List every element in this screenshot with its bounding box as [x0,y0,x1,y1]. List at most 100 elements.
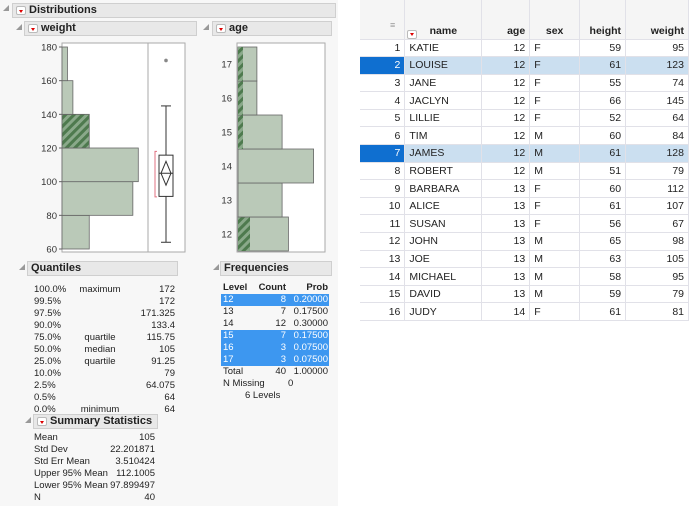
cell-height[interactable]: 51 [579,162,627,181]
cell-sex[interactable]: M [529,250,581,269]
cell-height[interactable]: 61 [579,56,627,75]
cell-height[interactable]: 58 [579,267,627,286]
row-number[interactable]: 7 [360,144,406,163]
cell-sex[interactable]: M [529,162,581,181]
weight-histogram-bar[interactable] [61,181,134,216]
cell-age[interactable]: 12 [481,74,531,93]
freq-row[interactable]: 12 8 0.20000 [221,294,329,306]
cell-weight[interactable]: 95 [625,39,689,58]
cell-age[interactable]: 13 [481,267,531,286]
table-row[interactable]: 4 JACLYN 12 F 66 145 [360,91,689,110]
table-row[interactable]: 16 JUDY 14 F 61 81 [360,302,689,321]
weight-histogram-bar[interactable] [61,147,139,183]
cell-age[interactable]: 12 [481,56,531,75]
cell-age[interactable]: 12 [481,109,531,128]
cell-sex[interactable]: F [529,39,581,58]
filter-icon[interactable]: ≡ [390,20,395,30]
cell-name[interactable]: DAVID [404,285,483,304]
weight-histogram-bar[interactable] [61,46,68,82]
cell-weight[interactable]: 79 [625,285,689,304]
quantiles-header[interactable]: Quantiles [27,261,178,276]
row-number[interactable]: 10 [360,197,406,216]
row-number[interactable]: 11 [360,214,406,234]
cell-name[interactable]: JANE [404,74,483,93]
cell-height[interactable]: 59 [579,285,627,304]
cell-name[interactable]: MICHAEL [404,267,483,286]
row-number[interactable]: 5 [360,109,406,128]
cell-height[interactable]: 59 [579,39,627,58]
row-number[interactable]: 3 [360,74,406,93]
cell-height[interactable]: 66 [579,91,627,110]
weight-histogram-bar[interactable] [61,80,74,115]
cell-height[interactable]: 56 [579,214,627,234]
cell-weight[interactable]: 98 [625,232,689,251]
cell-age[interactable]: 13 [481,232,531,251]
cell-name[interactable]: JAMES [404,144,483,163]
row-number[interactable]: 13 [360,250,406,269]
cell-name[interactable]: TIM [404,126,483,146]
table-corner[interactable]: ≡ [360,0,418,40]
cell-height[interactable]: 60 [579,179,627,198]
table-row[interactable]: 15 DAVID 13 M 59 79 [360,285,689,304]
cell-sex[interactable]: F [529,91,581,110]
cell-sex[interactable]: M [529,285,581,304]
column-header-age[interactable]: age [481,0,531,40]
cell-height[interactable]: 65 [579,232,627,251]
table-row[interactable]: 12 JOHN 13 M 65 98 [360,232,689,251]
table-row[interactable]: 14 MICHAEL 13 M 58 95 [360,267,689,286]
cell-age[interactable]: 12 [481,144,531,163]
cell-weight[interactable]: 67 [625,214,689,234]
summary-statistics-header[interactable]: Summary Statistics [33,414,158,429]
cell-height[interactable]: 60 [579,126,627,146]
cell-name[interactable]: ALICE [404,197,483,216]
freq-row[interactable]: 13 7 0.17500 [221,306,329,318]
freq-row[interactable]: 14 12 0.30000 [221,318,329,330]
age-histogram-bar[interactable] [237,182,283,218]
cell-height[interactable]: 52 [579,109,627,128]
cell-age[interactable]: 13 [481,214,531,234]
cell-weight[interactable]: 79 [625,162,689,181]
row-number[interactable]: 8 [360,162,406,181]
cell-age[interactable]: 12 [481,126,531,146]
cell-weight[interactable]: 74 [625,74,689,93]
cell-sex[interactable]: F [529,197,581,216]
column-header-sex[interactable]: sex [529,0,581,40]
cell-weight[interactable]: 107 [625,197,689,216]
row-number[interactable]: 6 [360,126,406,146]
freq-row[interactable]: 15 7 0.17500 [221,330,329,342]
table-row[interactable]: 13 JOE 13 M 63 105 [360,250,689,269]
cell-age[interactable]: 13 [481,179,531,198]
cell-name[interactable]: JACLYN [404,91,483,110]
weight-histogram-bar[interactable] [61,113,90,149]
table-row[interactable]: 8 ROBERT 12 M 51 79 [360,162,689,181]
cell-weight[interactable]: 81 [625,302,689,321]
cell-height[interactable]: 55 [579,74,627,93]
row-number[interactable]: 15 [360,285,406,304]
freq-row[interactable]: 17 3 0.07500 [221,354,329,366]
cell-weight[interactable]: 145 [625,91,689,110]
disclosure-icon[interactable] [25,417,31,423]
cell-age[interactable]: 13 [481,250,531,269]
freq-row[interactable]: 16 3 0.07500 [221,342,329,354]
cell-name[interactable]: LOUISE [404,56,483,75]
cell-age[interactable]: 13 [481,285,531,304]
age-histogram-bar[interactable] [237,148,314,184]
cell-weight[interactable]: 105 [625,250,689,269]
table-row[interactable]: 7 JAMES 12 M 61 128 [360,144,689,163]
table-row[interactable]: 1 KATIE 12 F 59 95 [360,39,689,58]
table-row[interactable]: 6 TIM 12 M 60 84 [360,126,689,146]
red-triangle-menu-icon[interactable] [37,417,47,426]
cell-sex[interactable]: M [529,144,581,163]
cell-sex[interactable]: M [529,232,581,251]
cell-name[interactable]: BARBARA [404,179,483,198]
row-number[interactable]: 14 [360,267,406,286]
age-histogram-bar[interactable] [237,114,283,150]
frequencies-header[interactable]: Frequencies [220,261,332,276]
table-row[interactable]: 11 SUSAN 13 F 56 67 [360,214,689,234]
cell-weight[interactable]: 123 [625,56,689,75]
cell-sex[interactable]: F [529,56,581,75]
column-header-height[interactable]: height [579,0,627,40]
cell-height[interactable]: 63 [579,250,627,269]
cell-age[interactable]: 13 [481,197,531,216]
cell-weight[interactable]: 64 [625,109,689,128]
